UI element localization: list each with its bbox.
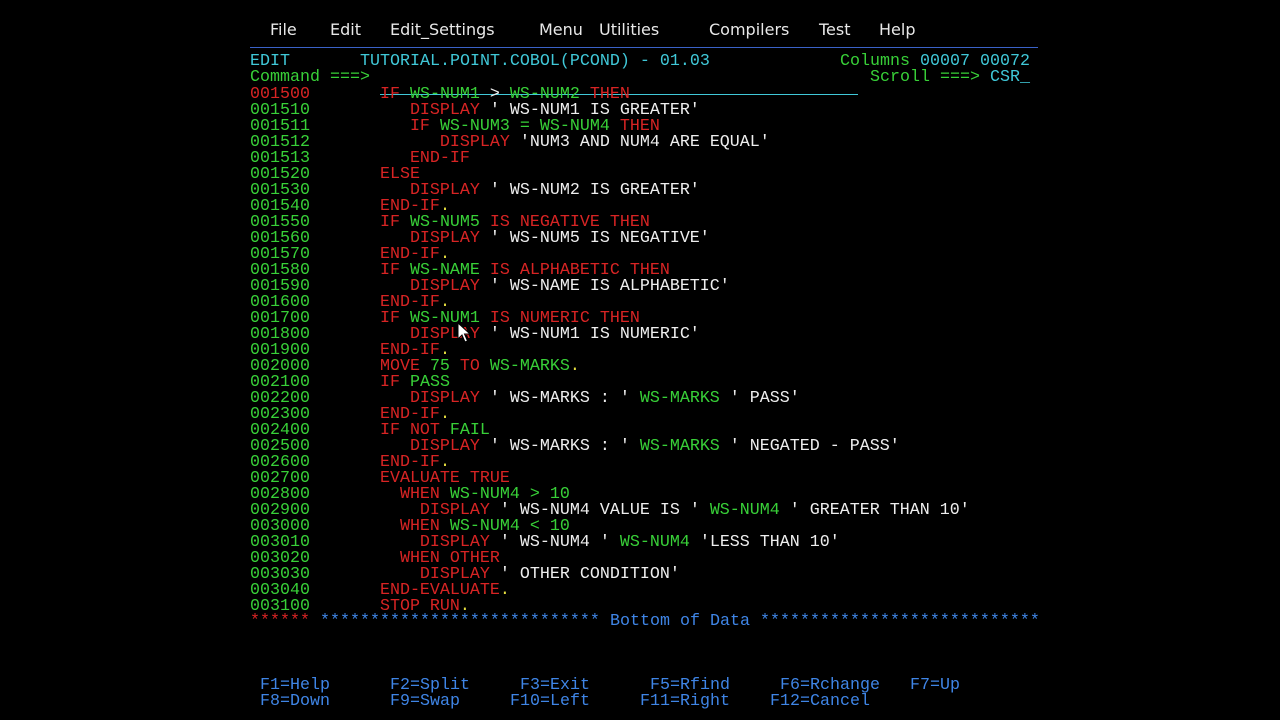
code-identifier: WS-MARKS bbox=[639, 437, 720, 456]
code-identifier: WS-MARKS bbox=[639, 389, 720, 408]
menu-edit-settings[interactable]: Edit_Settings bbox=[390, 20, 495, 40]
fkey-f10-left[interactable]: F10=Left bbox=[510, 693, 590, 710]
code-literal: 'LESS THAN 10' bbox=[689, 533, 840, 552]
code-literal: ' WS-NUM2 IS GREATER' bbox=[479, 181, 700, 200]
fkey-f7-up[interactable]: F7=Up bbox=[910, 677, 960, 694]
code-literal: ' WS-NUM4 ' bbox=[489, 533, 620, 552]
menu-file[interactable]: File bbox=[270, 20, 297, 40]
code-period: . bbox=[569, 357, 580, 376]
fkey-f9-swap[interactable]: F9=Swap bbox=[390, 693, 460, 710]
code-literal: 'NUM3 AND NUM4 ARE EQUAL' bbox=[509, 133, 770, 152]
bottom-stars-left: **************************** bbox=[320, 612, 600, 631]
code-literal: ' NEGATED - PASS' bbox=[719, 437, 900, 456]
code-literal: ' PASS' bbox=[719, 389, 800, 408]
command-label: Command ===> bbox=[250, 68, 370, 87]
code-literal: ' WS-NUM5 IS NEGATIVE' bbox=[479, 229, 710, 248]
menu-compilers[interactable]: Compilers bbox=[709, 20, 789, 40]
bottom-of-data-label: Bottom of Data bbox=[610, 612, 750, 631]
dataset-title: TUTORIAL.POINT.COBOL(PCOND) - 01.03 bbox=[360, 52, 710, 71]
code-period: . bbox=[499, 581, 510, 600]
fkey-f12-cancel[interactable]: F12=Cancel bbox=[770, 693, 870, 710]
menu-menu[interactable]: Menu bbox=[539, 20, 583, 40]
code-literal: ' WS-MARKS : ' bbox=[479, 437, 640, 456]
code-literal: ' WS-NUM1 IS NUMERIC' bbox=[479, 325, 700, 344]
code-identifier: WS-NUM4 bbox=[619, 533, 690, 552]
code-identifier: WS-NUM4 bbox=[709, 501, 780, 520]
mouse-pointer-icon bbox=[457, 322, 471, 343]
code-editor[interactable]: 001500 IF WS-NUM1 > WS-NUM2 THEN 001510 D… bbox=[250, 86, 970, 615]
code-literal: ' GREATER THAN 10' bbox=[779, 501, 970, 520]
code-identifier: WS-MARKS bbox=[489, 357, 570, 376]
fkey-f8-down[interactable]: F8=Down bbox=[260, 693, 330, 710]
code-literal: ' WS-NAME IS ALPHABETIC' bbox=[479, 277, 730, 296]
menu-test[interactable]: Test bbox=[819, 20, 851, 40]
code-literal: ' WS-MARKS : ' bbox=[479, 389, 640, 408]
menu-divider bbox=[250, 47, 1038, 48]
menu-edit[interactable]: Edit bbox=[330, 20, 361, 40]
code-keyword: TO bbox=[449, 357, 490, 376]
bottom-stars-right: **************************** bbox=[760, 612, 1040, 631]
scroll-input[interactable]: CSR_ bbox=[990, 69, 1030, 86]
bottom-prefix: ****** bbox=[250, 612, 310, 631]
fkey-f11-right[interactable]: F11=Right bbox=[640, 693, 730, 710]
code-literal: ' OTHER CONDITION' bbox=[489, 565, 680, 584]
menu-utilities[interactable]: Utilities bbox=[599, 20, 659, 40]
scroll-label: Scroll ===> bbox=[870, 68, 980, 87]
menu-help[interactable]: Help bbox=[879, 20, 915, 40]
